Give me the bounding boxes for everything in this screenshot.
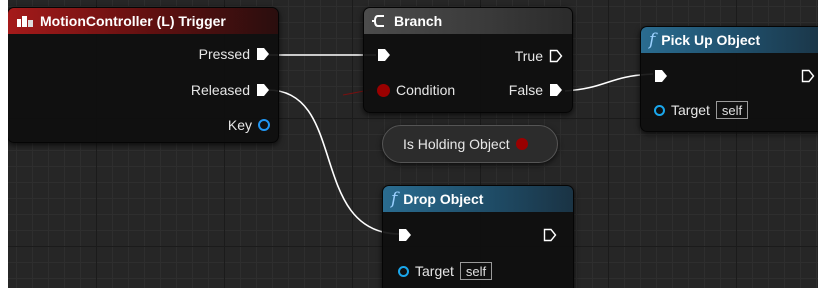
- condition-pin-icon[interactable]: [377, 83, 390, 97]
- drop-object-node[interactable]: f Drop Object Target self: [382, 185, 574, 288]
- is-holding-object-getter[interactable]: Is Holding Object: [382, 125, 558, 163]
- condition-pin-row[interactable]: Condition: [377, 82, 455, 98]
- pickup-target-self-field[interactable]: self: [715, 101, 749, 119]
- exec-in-pin-icon[interactable]: [398, 228, 412, 242]
- key-pin-row[interactable]: Key: [228, 117, 270, 133]
- event-node-motioncontroller-trigger[interactable]: MotionController (L) Trigger Pressed Rel…: [8, 7, 279, 143]
- blueprint-graph-canvas[interactable]: MotionController (L) Trigger Pressed Rel…: [8, 0, 818, 288]
- released-pin-row[interactable]: Released: [191, 82, 270, 98]
- false-pin-row[interactable]: False: [509, 82, 563, 98]
- drop-target-self-field[interactable]: self: [459, 262, 493, 280]
- pickup-node-header[interactable]: f Pick Up Object: [641, 27, 818, 53]
- pickup-exec-out-row[interactable]: [801, 69, 815, 83]
- pressed-label: Pressed: [198, 46, 250, 62]
- event-node-header[interactable]: MotionController (L) Trigger: [8, 8, 278, 34]
- target-pin-icon[interactable]: [654, 104, 665, 116]
- key-pin-icon[interactable]: [258, 119, 270, 131]
- branch-node-title: Branch: [394, 13, 443, 29]
- drop-exec-out-row[interactable]: [543, 228, 557, 242]
- pressed-pin-row[interactable]: Pressed: [199, 46, 270, 62]
- pickup-target-row[interactable]: Target self: [654, 101, 749, 119]
- true-pin-row[interactable]: True: [515, 48, 563, 64]
- branch-node[interactable]: Branch Condition True False: [363, 7, 573, 113]
- pickup-object-node[interactable]: f Pick Up Object Target self: [640, 26, 818, 132]
- target-pin-icon[interactable]: [398, 265, 409, 277]
- exec-in-pin-icon[interactable]: [654, 69, 668, 83]
- exec-out-pin-icon[interactable]: [256, 83, 270, 97]
- drop-node-header[interactable]: f Drop Object: [383, 186, 573, 212]
- pickup-node-title: Pick Up Object: [661, 32, 761, 48]
- exec-out-pin-icon[interactable]: [549, 83, 563, 97]
- condition-label: Condition: [396, 82, 456, 98]
- exec-in-pin-icon[interactable]: [377, 48, 391, 62]
- branch-icon: [372, 13, 388, 29]
- function-f-icon: f: [391, 189, 398, 209]
- branch-node-header[interactable]: Branch: [364, 8, 572, 34]
- branch-exec-in-row[interactable]: [377, 48, 391, 62]
- released-label: Released: [190, 82, 250, 98]
- exec-out-hollow-pin-icon[interactable]: [549, 49, 563, 63]
- false-label: False: [508, 82, 543, 98]
- exec-out-pin-icon[interactable]: [256, 47, 270, 61]
- drop-exec-in-row[interactable]: [398, 228, 412, 242]
- function-f-icon: f: [649, 30, 656, 50]
- drop-node-title: Drop Object: [403, 191, 484, 207]
- true-label: True: [514, 48, 543, 64]
- getter-bool-out-pin-icon[interactable]: [515, 138, 528, 150]
- pickup-target-label: Target: [671, 102, 710, 118]
- drop-target-label: Target: [415, 263, 454, 279]
- key-label: Key: [227, 117, 252, 133]
- event-node-title: MotionController (L) Trigger: [40, 13, 226, 29]
- controller-icon: [16, 14, 34, 28]
- drop-target-row[interactable]: Target self: [398, 262, 493, 280]
- pickup-exec-in-row[interactable]: [654, 69, 668, 83]
- exec-out-hollow-pin-icon[interactable]: [801, 69, 815, 83]
- getter-label: Is Holding Object: [403, 136, 510, 152]
- exec-out-hollow-pin-icon[interactable]: [543, 228, 557, 242]
